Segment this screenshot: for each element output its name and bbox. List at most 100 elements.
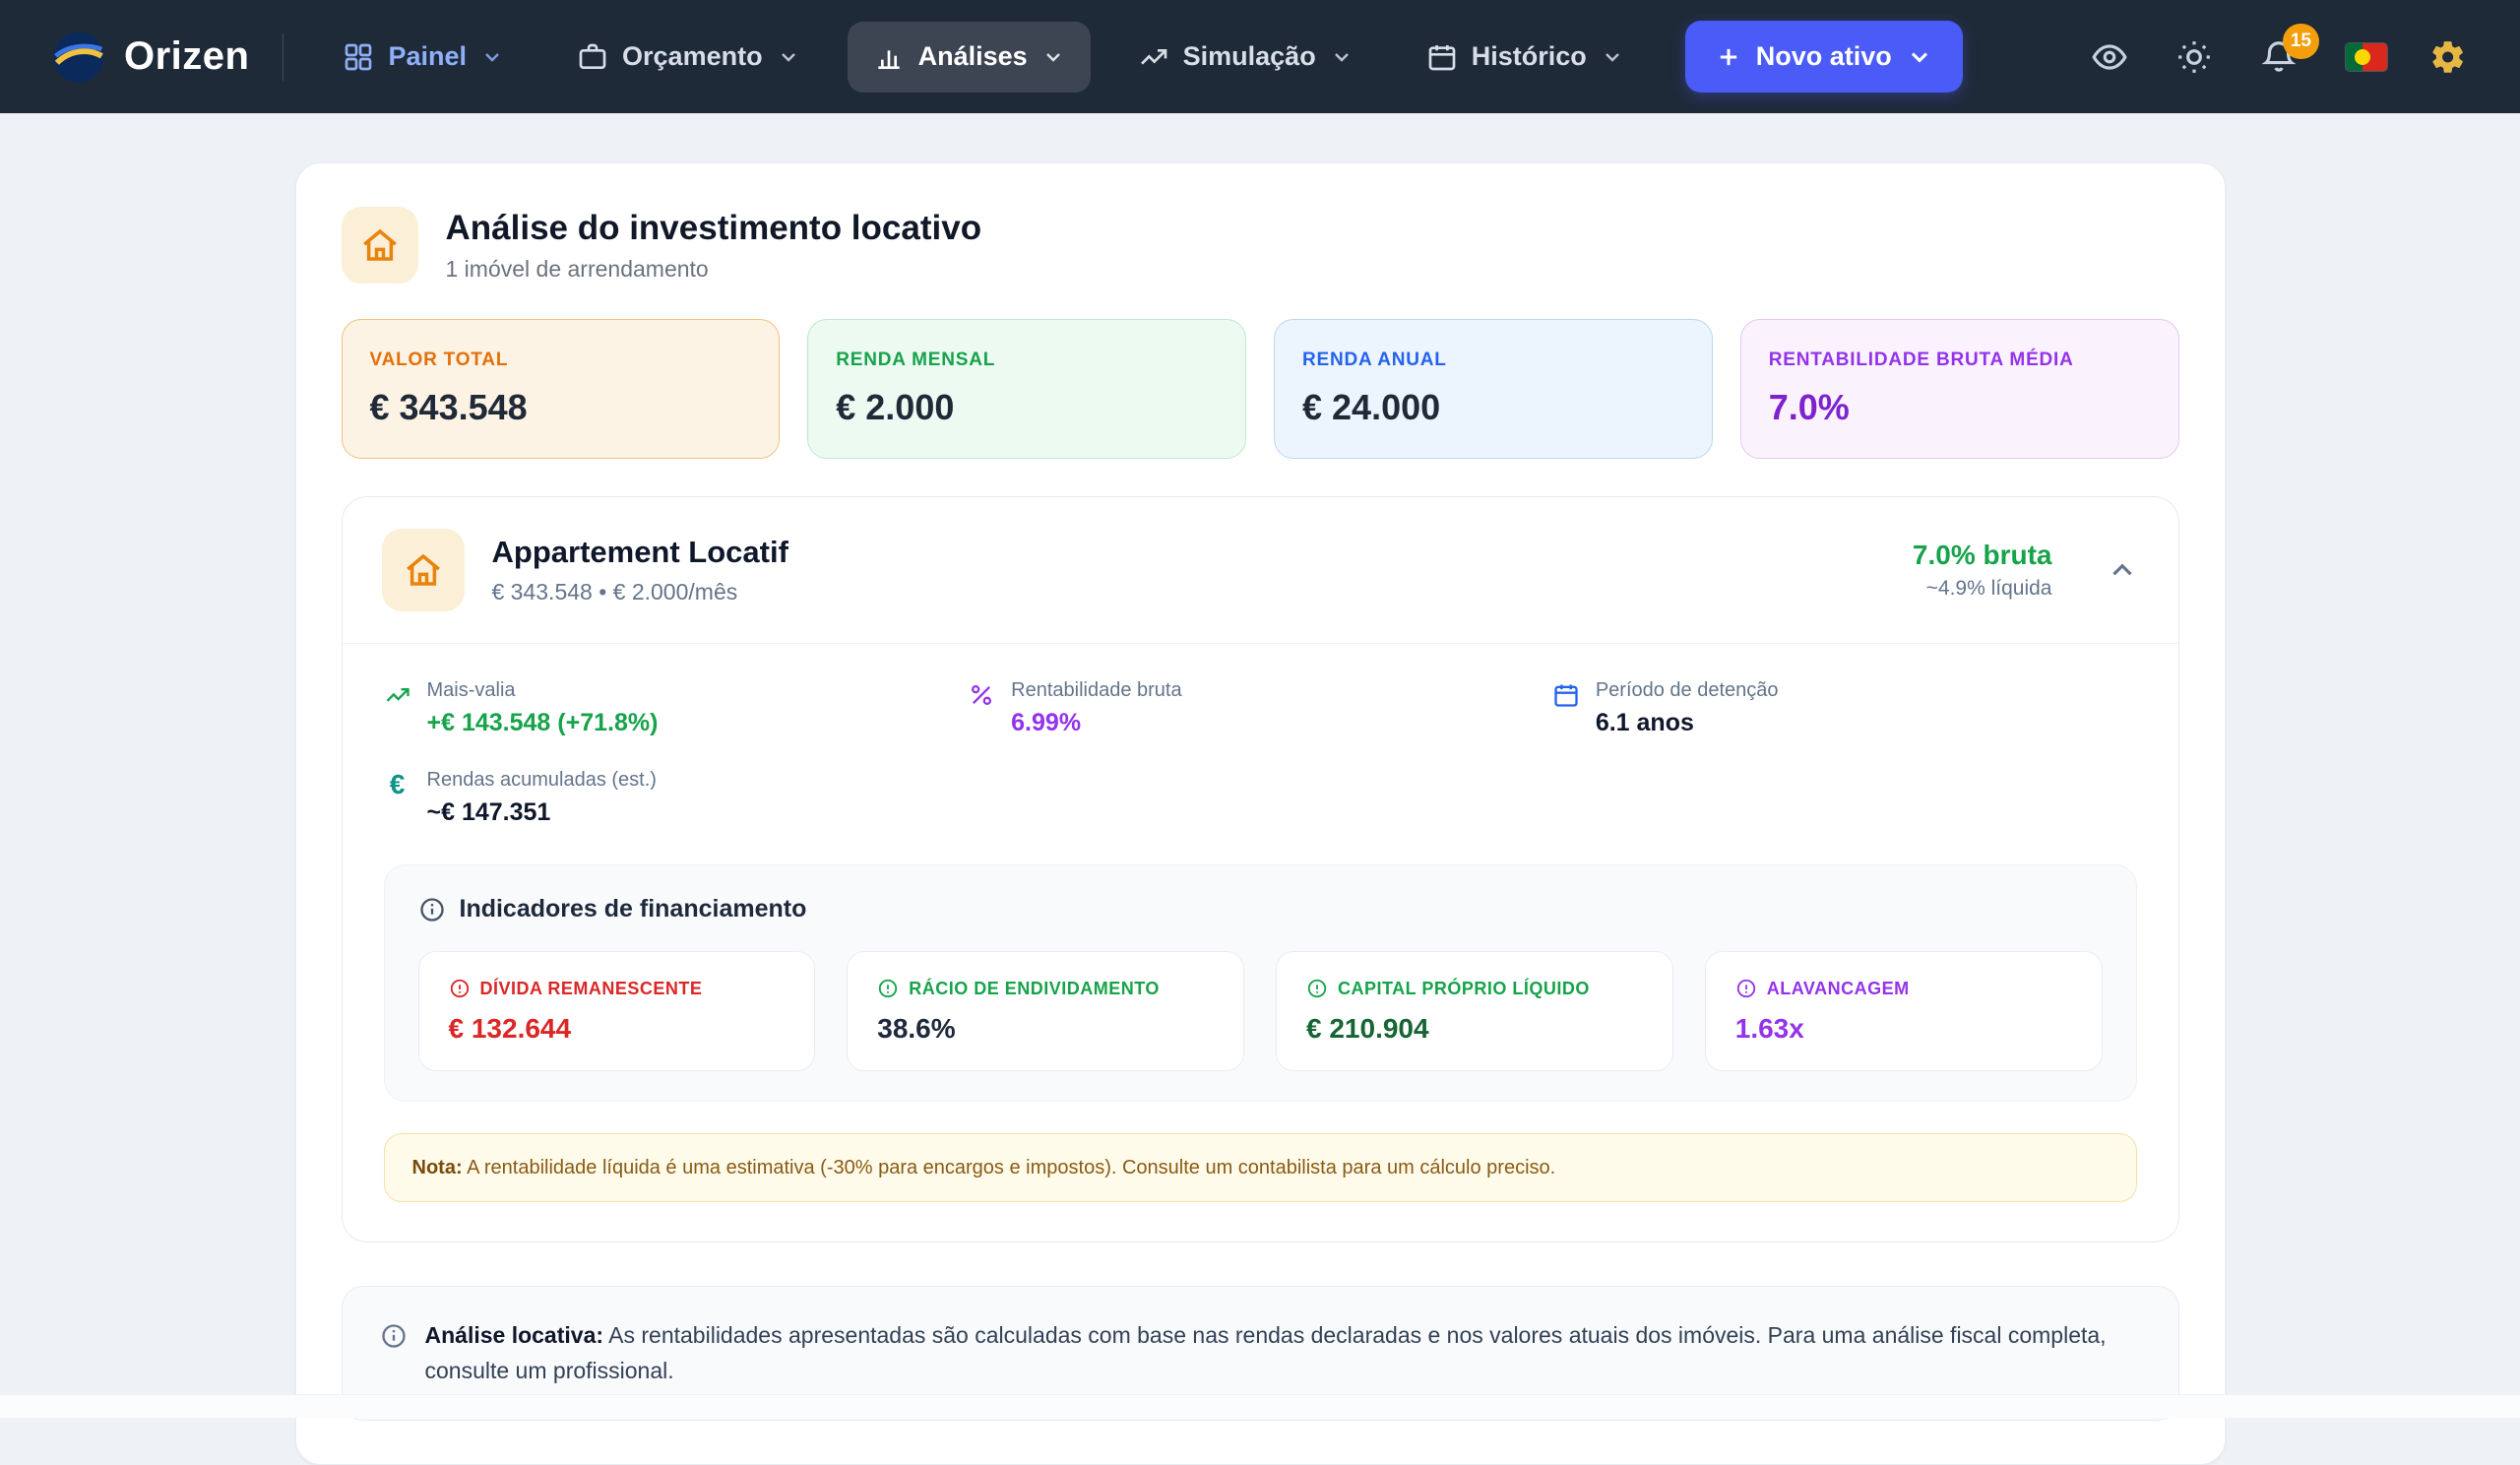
property-metrics: Mais-valia +€ 143.548 (+71.8%) Rentabili…: [343, 644, 2178, 835]
metric-label: Rendas acumuladas (est.): [427, 769, 657, 792]
stat-label: RENDA MENSAL: [836, 350, 1218, 371]
dashboard-grid-icon: [343, 41, 374, 73]
metric-label: Mais-valia: [427, 679, 659, 702]
metric-value: ~€ 147.351: [427, 798, 657, 827]
trend-up-icon: [384, 681, 411, 709]
nav-actions: 15: [2091, 37, 2469, 77]
nav-item-historico[interactable]: Histórico: [1401, 22, 1650, 93]
fin-label: DÍVIDA REMANESCENTE: [480, 979, 703, 999]
stat-card-renda-mensal: RENDA MENSAL € 2.000: [807, 319, 1246, 459]
fin-label: RÁCIO DE ENDIVIDAMENTO: [909, 979, 1160, 999]
plus-icon: [1715, 43, 1742, 71]
calendar-icon: [1552, 681, 1580, 709]
nav-item-label: Orçamento: [622, 41, 763, 72]
alert-circle-icon: [1735, 978, 1757, 999]
nav-divider: [283, 33, 284, 81]
property-summary: € 343.548 • € 2.000/mês: [492, 579, 1885, 605]
eye-icon[interactable]: [2091, 37, 2130, 77]
collapse-button[interactable]: [2106, 553, 2139, 587]
stat-card-renda-anual: RENDA ANUAL € 24.000: [1274, 319, 1713, 459]
stat-label: RENTABILIDADE BRUTA MÉDIA: [1769, 350, 2151, 371]
main-content: Análise do investimento locativo 1 imóve…: [0, 113, 2520, 1465]
percent-icon: [968, 681, 995, 709]
financing-section: Indicadores de financiamento DÍVIDA REMA…: [384, 864, 2137, 1102]
property-header[interactable]: Appartement Locatif € 343.548 • € 2.000/…: [343, 497, 2178, 643]
fin-card-racio: RÁCIO DE ENDIVIDAMENTO 38.6%: [847, 951, 1244, 1071]
fin-value: € 132.644: [449, 1013, 786, 1045]
main-nav: Painel Orçamento Análises: [317, 21, 1962, 93]
new-asset-button[interactable]: Novo ativo: [1685, 21, 1963, 93]
nav-item-label: Painel: [388, 41, 467, 72]
alert-circle-icon: [1306, 978, 1328, 999]
wallet-icon: [577, 41, 608, 73]
chevron-down-icon: [1906, 43, 1933, 71]
nav-item-label: Histórico: [1472, 41, 1587, 72]
bar-chart-icon: [873, 41, 905, 73]
brand[interactable]: Orizen: [51, 30, 249, 85]
disclaimer-text: As rentabilidades apresentadas são calcu…: [425, 1322, 2107, 1383]
nav-item-label: Simulação: [1183, 41, 1316, 72]
net-yield: ~4.9% líquida: [1913, 577, 2052, 601]
brand-name: Orizen: [124, 34, 249, 79]
light-mode-icon[interactable]: [2175, 37, 2215, 77]
nav-item-simulacao[interactable]: Simulação: [1112, 22, 1379, 93]
stat-value: € 2.000: [836, 387, 1218, 428]
stat-value: € 343.548: [370, 387, 752, 428]
info-icon: [380, 1318, 408, 1350]
stat-card-valor-total: VALOR TOTAL € 343.548: [342, 319, 781, 459]
fin-card-divida: DÍVIDA REMANESCENTE € 132.644: [418, 951, 816, 1071]
alert-circle-icon: [877, 978, 899, 999]
metric-label: Rentabilidade bruta: [1011, 679, 1181, 702]
note-text: A rentabilidade líquida é uma estimativa…: [467, 1157, 1555, 1178]
nav-item-painel[interactable]: Painel: [317, 22, 530, 93]
metric-label: Período de detenção: [1596, 679, 1779, 702]
chevron-down-icon: [480, 45, 504, 69]
chevron-down-icon: [1601, 45, 1624, 69]
notification-badge: 15: [2283, 24, 2319, 59]
settings-gear-icon[interactable]: [2429, 37, 2469, 77]
stat-value: 7.0%: [1769, 387, 2151, 428]
financing-title: Indicadores de financiamento: [460, 895, 807, 924]
chevron-down-icon: [1330, 45, 1354, 69]
metric-rendas-acumuladas: € Rendas acumuladas (est.) ~€ 147.351: [384, 769, 969, 827]
chevron-down-icon: [777, 45, 800, 69]
metric-value: 6.99%: [1011, 709, 1181, 737]
orizen-logo-icon: [51, 30, 106, 85]
house-icon: [382, 529, 465, 611]
info-icon: [418, 896, 446, 924]
fin-card-alavancagem: ALAVANCAGEM 1.63x: [1705, 951, 2103, 1071]
chevron-down-icon: [1041, 45, 1065, 69]
calendar-icon: [1426, 41, 1458, 73]
page-subtitle: 1 imóvel de arrendamento: [446, 256, 982, 283]
note-label: Nota:: [412, 1157, 463, 1178]
top-nav: Orizen Painel Orçamento Anális: [0, 0, 2520, 113]
stats-row: VALOR TOTAL € 343.548 RENDA MENSAL € 2.0…: [342, 319, 2179, 459]
metric-value: +€ 143.548 (+71.8%): [427, 709, 659, 737]
metric-rentabilidade-bruta: Rentabilidade bruta 6.99%: [968, 679, 1552, 737]
stat-label: VALOR TOTAL: [370, 350, 752, 371]
card-header: Análise do investimento locativo 1 imóve…: [342, 207, 2179, 284]
note-banner: Nota: A rentabilidade líquida é uma esti…: [384, 1133, 2137, 1202]
fin-value: 38.6%: [877, 1013, 1214, 1045]
alert-circle-icon: [449, 978, 471, 999]
notifications-bell-icon[interactable]: 15: [2260, 37, 2300, 77]
fin-label: CAPITAL PRÓPRIO LÍQUIDO: [1338, 979, 1590, 999]
metric-mais-valia: Mais-valia +€ 143.548 (+71.8%): [384, 679, 969, 737]
disclaimer-label: Análise locativa:: [425, 1322, 604, 1348]
metric-periodo-detencao: Período de detenção 6.1 anos: [1552, 679, 2137, 737]
rental-analysis-card: Análise do investimento locativo 1 imóve…: [295, 162, 2226, 1465]
nav-item-analises[interactable]: Análises: [848, 22, 1091, 93]
chevron-up-icon: [2106, 553, 2139, 587]
fin-value: € 210.904: [1306, 1013, 1643, 1045]
trend-up-icon: [1138, 41, 1169, 73]
fin-label: ALAVANCAGEM: [1767, 979, 1910, 999]
nav-item-orcamento[interactable]: Orçamento: [551, 22, 826, 93]
house-icon: [342, 207, 418, 284]
property-name: Appartement Locatif: [492, 535, 1885, 570]
fin-value: 1.63x: [1735, 1013, 2072, 1045]
portugal-flag-icon[interactable]: [2345, 37, 2384, 77]
fin-card-capital: CAPITAL PRÓPRIO LÍQUIDO € 210.904: [1276, 951, 1673, 1071]
metric-value: 6.1 anos: [1596, 709, 1779, 737]
gross-yield: 7.0% bruta: [1913, 540, 2052, 571]
page-title: Análise do investimento locativo: [446, 209, 982, 248]
